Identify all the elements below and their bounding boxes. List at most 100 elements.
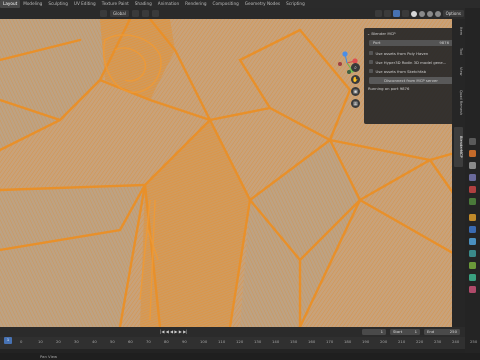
tab-modeling[interactable]: Modeling bbox=[20, 0, 45, 8]
timeline-tick: 110 bbox=[218, 339, 226, 344]
panel-header[interactable]: ⌄ Blender MCP bbox=[367, 30, 396, 37]
tab-geometry-nodes[interactable]: Geometry Nodes bbox=[242, 0, 283, 8]
hyper3d-checkbox[interactable]: Use Hyper3D Rodin 3D model gene... bbox=[369, 59, 446, 65]
tab-shading[interactable]: Shading bbox=[132, 0, 155, 8]
timeline-header: |◀ ◀ ◀ ▶ ▶ ▶| 1 Start 1 End 250 bbox=[0, 327, 465, 337]
polyhaven-label: Use assets from Poly Haven bbox=[375, 50, 429, 56]
timeline-tick: 30 bbox=[74, 339, 79, 344]
properties-tabs bbox=[465, 8, 480, 360]
gizmo-toggle-icon[interactable] bbox=[383, 10, 391, 17]
object-icon[interactable] bbox=[469, 214, 476, 221]
port-value: 9876 bbox=[439, 40, 449, 45]
blender-window: { "workspaces": ["Layout", "Modeling", "… bbox=[0, 0, 480, 360]
timeline-tick: 10 bbox=[38, 339, 43, 344]
solid-shading-icon[interactable] bbox=[418, 10, 425, 17]
checkbox-box[interactable] bbox=[369, 51, 373, 55]
checkbox-box[interactable] bbox=[369, 69, 373, 73]
render-icon[interactable] bbox=[469, 150, 476, 157]
tab-tool[interactable]: Tool bbox=[454, 43, 463, 59]
timeline-tick: 220 bbox=[416, 339, 424, 344]
timeline-tick: 80 bbox=[164, 339, 169, 344]
transform-orientation-icon[interactable] bbox=[100, 10, 107, 17]
hyper3d-label: Use Hyper3D Rodin 3D model gene... bbox=[375, 59, 447, 65]
tab-view[interactable]: View bbox=[454, 63, 463, 79]
sidebar-tabs: Item Tool View Quad Remesh BlenderMCP bbox=[452, 19, 465, 327]
sketchfab-label: Use assets from Sketchfab bbox=[375, 68, 427, 74]
timeline-tick: 240 bbox=[452, 339, 460, 344]
timeline-tick: 50 bbox=[110, 339, 115, 344]
timeline-tick: 170 bbox=[326, 339, 334, 344]
proportional-edit-icon[interactable] bbox=[151, 10, 159, 17]
timeline-tick: 250 bbox=[470, 339, 478, 344]
snap-icon[interactable] bbox=[141, 10, 149, 17]
timeline-tick: 90 bbox=[182, 339, 187, 344]
pan-hand-icon[interactable]: ✋ bbox=[351, 75, 360, 84]
end-frame-field[interactable]: End 250 bbox=[424, 329, 460, 335]
particles-icon[interactable] bbox=[469, 238, 476, 245]
output-icon[interactable] bbox=[469, 162, 476, 169]
projection-toggle-icon[interactable]: ▦ bbox=[351, 99, 360, 108]
timeline-tick: 140 bbox=[272, 339, 280, 344]
rendered-shading-icon[interactable] bbox=[434, 10, 441, 17]
tool-icon[interactable] bbox=[469, 138, 476, 145]
timeline-tick: 230 bbox=[434, 339, 442, 344]
port-label: Port bbox=[373, 40, 381, 45]
start-frame-field[interactable]: Start 1 bbox=[390, 329, 420, 335]
collapse-chevron-icon[interactable]: ⌄ bbox=[367, 31, 370, 36]
current-frame-field[interactable]: 1 bbox=[362, 329, 386, 335]
tab-scripting[interactable]: Scripting bbox=[283, 0, 308, 8]
playhead[interactable]: 1 bbox=[4, 337, 12, 344]
tab-rendering[interactable]: Rendering bbox=[182, 0, 209, 8]
disconnect-button[interactable]: Disconnect from MCP server bbox=[369, 77, 453, 84]
timeline-tick: 40 bbox=[92, 339, 97, 344]
material-shading-icon[interactable] bbox=[426, 10, 433, 17]
panel-title: Blender MCP bbox=[371, 31, 396, 36]
tab-texture-paint[interactable]: Texture Paint bbox=[99, 0, 132, 8]
options-button[interactable]: Options bbox=[442, 10, 464, 17]
tab-compositing[interactable]: Compositing bbox=[210, 0, 242, 8]
tab-item[interactable]: Item bbox=[454, 23, 463, 39]
physics-icon[interactable] bbox=[469, 250, 476, 257]
viewport-header: Global Options bbox=[0, 8, 465, 19]
timeline-tick: 180 bbox=[344, 339, 352, 344]
timeline-tick: 0 bbox=[20, 339, 23, 344]
sketchfab-checkbox[interactable]: Use assets from Sketchfab bbox=[369, 68, 426, 74]
visibility-icon[interactable] bbox=[374, 10, 382, 17]
scene-icon[interactable] bbox=[469, 186, 476, 193]
view-layer-icon[interactable] bbox=[469, 174, 476, 181]
tab-layout[interactable]: Layout bbox=[0, 0, 21, 8]
mouse-hint: Pan View bbox=[40, 354, 58, 359]
timeline-tick: 190 bbox=[362, 339, 370, 344]
timeline-tick: 200 bbox=[380, 339, 388, 344]
tab-quad-remesh[interactable]: Quad Remesh bbox=[454, 83, 463, 123]
xray-toggle-icon[interactable] bbox=[401, 10, 409, 17]
material-icon[interactable] bbox=[469, 286, 476, 293]
transport-controls[interactable]: |◀ ◀ ◀ ▶ ▶ ▶| bbox=[160, 329, 188, 335]
tab-animation[interactable]: Animation bbox=[155, 0, 182, 8]
timeline-tick: 70 bbox=[146, 339, 151, 344]
data-icon[interactable] bbox=[469, 274, 476, 281]
camera-view-icon[interactable]: ▣ bbox=[351, 87, 360, 96]
wireframe-shading-icon[interactable] bbox=[410, 10, 417, 17]
pivot-icon[interactable] bbox=[131, 10, 139, 17]
world-icon[interactable] bbox=[469, 198, 476, 205]
overlay-toggle-icon[interactable] bbox=[392, 10, 400, 17]
port-field[interactable]: Port 9876 bbox=[369, 40, 453, 46]
end-label: End bbox=[427, 329, 435, 334]
checkbox-box[interactable] bbox=[369, 60, 373, 64]
polyhaven-checkbox[interactable]: Use assets from Poly Haven bbox=[369, 50, 428, 56]
timeline-tick: 100 bbox=[200, 339, 208, 344]
timeline-ruler[interactable]: 0 10 20 30 40 50 60 70 80 90 100 110 120 130 140 150 160… bbox=[0, 337, 477, 349]
tab-uv-editing[interactable]: UV Editing bbox=[71, 0, 99, 8]
orientation-dropdown[interactable]: Global bbox=[110, 10, 129, 17]
timeline-tick: 120 bbox=[236, 339, 244, 344]
workspace-tabs: Layout Modeling Sculpting UV Editing Tex… bbox=[0, 0, 480, 8]
zoom-icon[interactable]: ⌕ bbox=[351, 63, 360, 72]
end-value: 250 bbox=[449, 329, 457, 334]
constraints-icon[interactable] bbox=[469, 262, 476, 269]
modifier-icon[interactable] bbox=[469, 226, 476, 233]
tab-blendermcp[interactable]: BlenderMCP bbox=[454, 127, 463, 167]
tab-sculpting[interactable]: Sculpting bbox=[45, 0, 71, 8]
start-value: 1 bbox=[414, 329, 417, 334]
z-axis-icon bbox=[342, 51, 348, 57]
